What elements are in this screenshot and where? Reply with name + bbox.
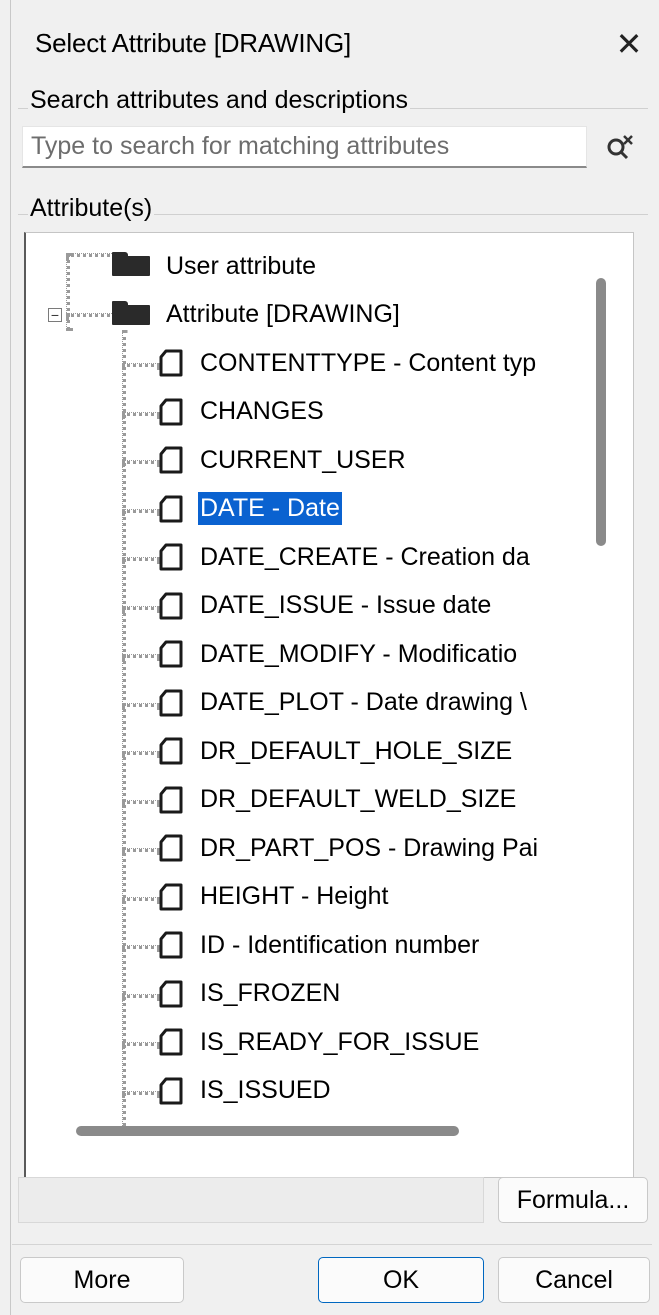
tree-item-label: CURRENT_USER	[200, 445, 406, 474]
document-icon	[159, 398, 183, 425]
collapse-expander[interactable]: −	[48, 307, 62, 322]
tree-child-branch	[122, 363, 160, 367]
tree-item-label: DATE_PLOT - Date drawing \	[200, 688, 527, 716]
dialog-title: Select Attribute [DRAWING]	[35, 28, 352, 58]
document-icon	[159, 883, 183, 910]
more-button[interactable]: More	[20, 1257, 184, 1303]
tree-child-branch	[122, 993, 160, 998]
tree-item[interactable]: ID - Identification number	[158, 922, 481, 968]
tree-root-node[interactable]: User attribute	[112, 243, 318, 289]
document-icon	[159, 931, 183, 959]
tree-child-branch	[122, 702, 160, 707]
tree-item-label-selected: DATE - Date	[197, 491, 343, 526]
tree-item[interactable]: CHANGES	[158, 389, 326, 435]
formula-preview-field	[18, 1177, 484, 1223]
tree-item[interactable]: CURRENT_USER	[158, 437, 408, 483]
tree-item-label: IS_ISSUED	[200, 1076, 331, 1104]
vertical-scrollbar[interactable]	[596, 278, 606, 546]
search-input[interactable]	[22, 126, 587, 168]
tree-child-branch	[122, 654, 160, 658]
tree-child-branch	[122, 1090, 160, 1095]
tree-child-branch	[122, 945, 160, 949]
tree-item-label: DR_DEFAULT_HOLE_SIZE	[200, 736, 513, 765]
tree-child-branch	[122, 460, 160, 464]
tree-children-connector	[122, 330, 126, 1132]
tree-item[interactable]: DR_PART_POS - Drawing Pai	[158, 825, 540, 871]
tree-item[interactable]: CONTENTTYPE - Content typ	[158, 340, 538, 386]
tree-child-branch	[122, 896, 160, 901]
tree-item[interactable]: DR_DEFAULT_WELD_SIZE	[158, 777, 518, 823]
tree-child-branch	[122, 605, 160, 610]
tree-item-label: CHANGES	[200, 397, 324, 425]
tree-root-branch	[66, 253, 116, 257]
tree-item-label: CONTENTTYPE - Content typ	[200, 348, 537, 377]
tree-item[interactable]: IS_FROZEN	[158, 971, 342, 1017]
tree-item-label: IS_READY_FOR_ISSUE	[200, 1027, 480, 1056]
document-icon	[159, 1028, 183, 1056]
document-icon	[159, 1077, 183, 1104]
tree-item-label: HEIGHT - Height	[200, 882, 389, 910]
tree-item-label: DATE_CREATE - Creation da	[200, 542, 530, 571]
ok-button[interactable]: OK	[318, 1257, 484, 1303]
tree-child-branch	[122, 848, 160, 852]
tree-root-label: User attribute	[166, 251, 317, 280]
tree-item[interactable]: DATE_ISSUE - Issue date	[158, 583, 493, 629]
tree-item-label: DATE_ISSUE - Issue date	[200, 591, 492, 619]
folder-icon	[112, 252, 150, 276]
tree-item[interactable]: IS_READY_FOR_ISSUE	[158, 1019, 481, 1065]
tree-item-label: ID - Identification number	[200, 930, 480, 959]
tree-child-branch	[122, 799, 160, 804]
tree-child-branch	[122, 508, 160, 513]
folder-icon	[112, 300, 150, 325]
tree-child-branch	[122, 1042, 160, 1046]
tree-item[interactable]: DATE_MODIFY - Modificatio	[158, 631, 519, 677]
cancel-button[interactable]: Cancel	[498, 1257, 650, 1303]
document-icon	[159, 689, 183, 716]
document-icon	[159, 349, 183, 377]
tree-root-connector	[66, 253, 70, 331]
tree-item[interactable]: IS_ISSUED	[158, 1068, 333, 1114]
tree-child-branch	[122, 557, 160, 561]
tree-root-label: Attribute [DRAWING]	[166, 300, 400, 328]
horizontal-scrollbar[interactable]	[76, 1126, 459, 1136]
tree-child-branch	[122, 411, 160, 416]
attributes-legend: Attribute(s)	[28, 194, 155, 223]
document-icon	[159, 640, 183, 668]
tree-root-node[interactable]: Attribute [DRAWING]	[112, 292, 402, 338]
tree-item[interactable]: DR_DEFAULT_HOLE_SIZE	[158, 728, 514, 774]
close-icon[interactable]: ✕	[607, 22, 651, 66]
tree-item[interactable]: HEIGHT - Height	[158, 874, 390, 920]
tree-child-branch	[122, 751, 160, 755]
document-icon	[159, 980, 183, 1007]
formula-button[interactable]: Formula...	[498, 1177, 648, 1223]
tree-item-label: DR_DEFAULT_WELD_SIZE	[200, 785, 517, 813]
tree-item[interactable]: DATE_CREATE - Creation da	[158, 534, 532, 580]
tree-item[interactable]: DATE - Date	[158, 486, 343, 532]
document-icon	[159, 592, 183, 619]
document-icon	[159, 446, 183, 474]
search-clear-icon	[607, 135, 633, 160]
search-legend: Search attributes and descriptions	[28, 86, 410, 115]
document-icon	[159, 786, 183, 813]
document-icon	[159, 495, 183, 522]
tree-item-label: DR_PART_POS - Drawing Pai	[200, 833, 539, 862]
tree-root-branch	[66, 313, 116, 317]
tree-item-label: IS_FROZEN	[200, 979, 341, 1007]
search-clear-button[interactable]	[596, 124, 642, 170]
tree-item[interactable]: DATE_PLOT - Date drawing \	[158, 680, 529, 726]
divider	[12, 1244, 652, 1245]
document-icon	[159, 737, 183, 765]
attribute-tree[interactable]: User attribute Attribute [DRAWING] − CONTEN…	[24, 232, 634, 1178]
document-icon	[159, 543, 183, 571]
tree-item-label: DATE_MODIFY - Modificatio	[200, 639, 518, 668]
document-icon	[159, 834, 183, 862]
